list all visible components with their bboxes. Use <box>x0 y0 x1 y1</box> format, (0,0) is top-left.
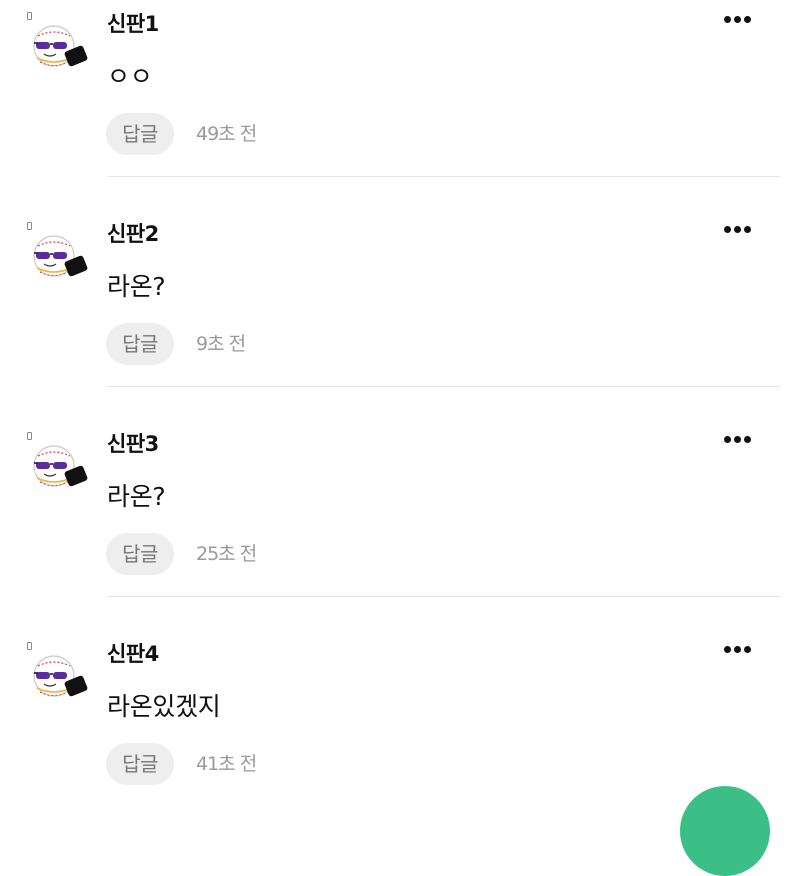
comment-time: 49초 전 <box>196 123 257 145</box>
avatar[interactable] <box>32 232 88 280</box>
more-dots-icon <box>723 225 731 233</box>
member-level-icon <box>27 222 32 230</box>
more-dots-icon <box>723 15 731 23</box>
comment-text: 라온? <box>107 482 166 511</box>
divider <box>107 176 780 177</box>
more-options-button[interactable] <box>720 644 754 654</box>
divider <box>107 386 780 387</box>
reply-button[interactable]: 답글 <box>106 323 174 365</box>
comment-author[interactable]: 신판2 <box>107 220 159 248</box>
reply-button[interactable]: 답글 <box>106 113 174 155</box>
comment-item: 신판1 ㅇㅇ 답글 49초 전 <box>0 0 800 210</box>
comment-author[interactable]: 신판1 <box>107 10 159 38</box>
comment-author[interactable]: 신판3 <box>107 430 159 458</box>
floating-action-button[interactable] <box>680 786 770 876</box>
comment-item: 신판3 라온? 답글 25초 전 <box>0 420 800 630</box>
divider <box>107 596 780 597</box>
comment-item: 신판4 라온있겠지 답글 41초 전 <box>0 630 800 840</box>
member-level-icon <box>27 12 32 20</box>
more-dots-icon <box>723 645 731 653</box>
comment-text: ㅇㅇ <box>107 62 153 91</box>
comment-time: 9초 전 <box>196 333 246 355</box>
more-options-button[interactable] <box>720 14 754 24</box>
reply-button[interactable]: 답글 <box>106 743 174 785</box>
more-options-button[interactable] <box>720 224 754 234</box>
member-level-icon <box>27 642 32 650</box>
comment-text: 라온? <box>107 272 166 301</box>
more-options-button[interactable] <box>720 434 754 444</box>
avatar[interactable] <box>32 442 88 490</box>
more-dots-icon <box>723 435 731 443</box>
comment-item: 신판2 라온? 답글 9초 전 <box>0 210 800 420</box>
reply-button[interactable]: 답글 <box>106 533 174 575</box>
comment-time: 25초 전 <box>196 543 257 565</box>
comment-time: 41초 전 <box>196 753 257 775</box>
comment-author[interactable]: 신판4 <box>107 640 159 668</box>
avatar[interactable] <box>32 652 88 700</box>
avatar[interactable] <box>32 22 88 70</box>
comment-text: 라온있겠지 <box>107 692 221 721</box>
member-level-icon <box>27 432 32 440</box>
